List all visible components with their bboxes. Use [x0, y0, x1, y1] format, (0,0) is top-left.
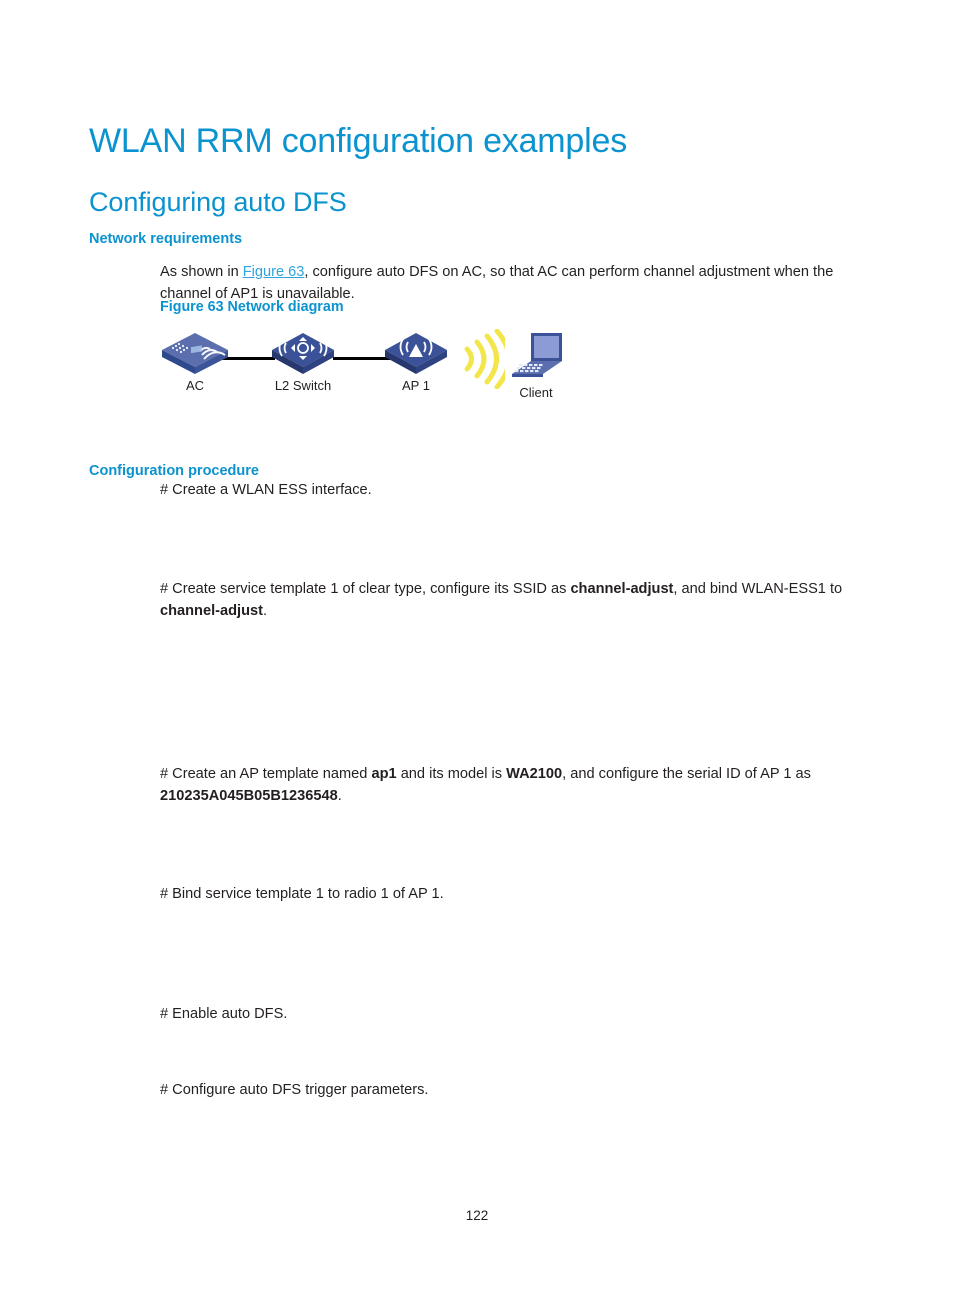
wifi-waves-icon [457, 328, 512, 394]
ap-template-name: ap1 [371, 766, 397, 782]
figure-63-link[interactable]: Figure 63 [243, 264, 305, 280]
service-template-text-3: . [262, 603, 268, 619]
intro-text-before-link: As shown in [160, 263, 243, 280]
network-requirements-paragraph: As shown in Figure 63, configure auto DF… [160, 261, 870, 305]
diagram-label-l2switch: L2 Switch [274, 378, 332, 393]
diagram-label-ac: AC [185, 378, 205, 393]
laptop-icon [512, 333, 562, 377]
page-title: WLAN RRM configuration examples [89, 121, 627, 160]
network-diagram: AC L2 Switch AP 1 Client [150, 325, 580, 425]
access-point-icon [385, 333, 447, 374]
service-template-bind-target: channel-adjust [160, 603, 263, 619]
step-create-service-template: # Create service template 1 of clear typ… [160, 578, 875, 622]
ap-template-serial-id: 210235A045B05B1236548 [160, 788, 338, 804]
ap-template-text-4: . [337, 788, 342, 804]
service-template-text-1: # Create service template 1 of clear typ… [160, 581, 571, 597]
service-template-text-2: , and bind WLAN-ESS1 to [673, 581, 843, 597]
wireless-controller-icon [162, 333, 228, 374]
diagram-node-l2switch: L2 Switch [270, 331, 336, 393]
ap-template-text-1: # Create an AP template named [160, 766, 372, 782]
diagram-label-ap1: AP 1 [402, 378, 430, 393]
diagram-node-ap1: AP 1 [383, 331, 449, 393]
page-number: 122 [465, 1208, 489, 1223]
figure-caption: Figure 63 Network diagram [160, 299, 344, 315]
ap-template-text-2: and its model is [396, 766, 507, 782]
service-template-ssid: channel-adjust [570, 581, 674, 597]
diagram-label-client: Client [519, 385, 553, 400]
document-page: WLAN RRM configuration examples Configur… [0, 0, 954, 1296]
ap-template-model: WA2100 [506, 766, 563, 782]
switch-icon [272, 333, 334, 374]
step-enable-auto-dfs: # Enable auto DFS. [160, 1006, 288, 1022]
heading-network-requirements: Network requirements [89, 230, 243, 247]
step-configure-trigger-parameters: # Configure auto DFS trigger parameters. [160, 1082, 429, 1098]
ap-template-text-3: , and configure the serial ID of AP 1 as [562, 766, 811, 782]
step-create-ap-template: # Create an AP template named ap1 and it… [160, 763, 875, 807]
wifi-waves-icon-svg [464, 328, 512, 390]
step-create-wlan-ess: # Create a WLAN ESS interface. [160, 482, 372, 498]
diagram-node-ac: AC [160, 331, 230, 393]
section-title-configuring-auto-dfs: Configuring auto DFS [89, 187, 347, 218]
diagram-node-client: Client [505, 330, 567, 400]
step-bind-service-template: # Bind service template 1 to radio 1 of … [160, 886, 444, 902]
heading-configuration-procedure: Configuration procedure [89, 462, 259, 479]
